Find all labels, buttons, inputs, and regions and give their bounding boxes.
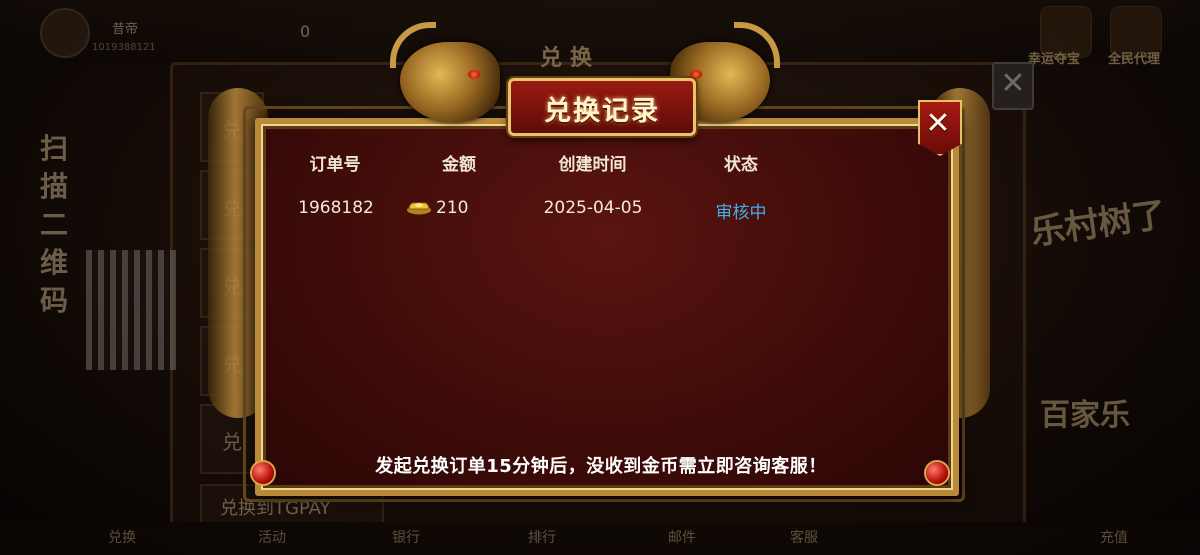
background-top-label-lucky: 幸运夺宝 bbox=[1028, 52, 1081, 67]
ruby-ornament-icon bbox=[926, 462, 948, 484]
column-header-order-id: 订单号 bbox=[309, 155, 361, 175]
background-panel-title: 兑换 bbox=[540, 46, 601, 71]
background-side-label: 兑 bbox=[222, 430, 242, 454]
qr-code-image bbox=[86, 250, 176, 370]
column-header-amount: 金额 bbox=[442, 155, 476, 175]
background-bottom-bar bbox=[0, 522, 1200, 555]
background-bottom-label: 邮件 bbox=[668, 530, 696, 546]
close-button[interactable]: ✕ bbox=[918, 100, 962, 158]
column-header-status: 状态 bbox=[724, 155, 758, 175]
close-icon: ✕ bbox=[925, 106, 951, 141]
order-id-cell: 1968182 bbox=[298, 198, 374, 218]
dialog-title: 兑换记录 bbox=[544, 96, 660, 127]
background-bottom-label: 银行 bbox=[392, 530, 420, 546]
background-bottom-label: 活动 bbox=[258, 530, 286, 546]
background-close-icon: ✕ bbox=[992, 62, 1034, 110]
background-scan-qr-text: 扫描二维码 bbox=[40, 132, 69, 317]
gold-ingot-icon bbox=[407, 202, 431, 215]
column-header-created-time: 创建时间 bbox=[558, 155, 627, 175]
avatar bbox=[40, 8, 90, 58]
background-top-label-agent: 全民代理 bbox=[1108, 52, 1161, 67]
dialog-title-plaque: 兑换记录 bbox=[508, 78, 696, 136]
background-coin-count: 0 bbox=[300, 22, 311, 41]
background-promo-text: 乐村树了 bbox=[1028, 194, 1169, 254]
dragon-head-icon bbox=[380, 22, 510, 132]
game-screen: 昔帝 1019388121 0 幸运夺宝 全民代理 兑换 兑 兑 兑 兑 兑 兑… bbox=[0, 0, 1200, 555]
status-cell: 审核中 bbox=[715, 203, 767, 223]
created-date-cell: 2025-04-05 bbox=[543, 198, 643, 218]
amount-cell: 210 bbox=[406, 198, 486, 218]
background-bottom-label: 排行 bbox=[528, 530, 556, 546]
background-user-name: 昔帝 bbox=[112, 22, 139, 37]
background-tgpay-label: 兑换到TGPAY bbox=[220, 498, 331, 519]
background-bottom-label: 兑换 bbox=[108, 530, 136, 546]
footer-note: 发起兑换订单15分钟后，没收到金币需立即咨询客服！ bbox=[375, 456, 827, 477]
background-promo-text-2: 百家乐 bbox=[1040, 398, 1130, 433]
background-bottom-label: 客服 bbox=[790, 530, 818, 546]
amount-value: 210 bbox=[436, 198, 469, 218]
ruby-ornament-icon bbox=[252, 462, 274, 484]
background-bottom-label: 充值 bbox=[1100, 530, 1128, 546]
background-user-id: 1019388121 bbox=[92, 42, 156, 53]
